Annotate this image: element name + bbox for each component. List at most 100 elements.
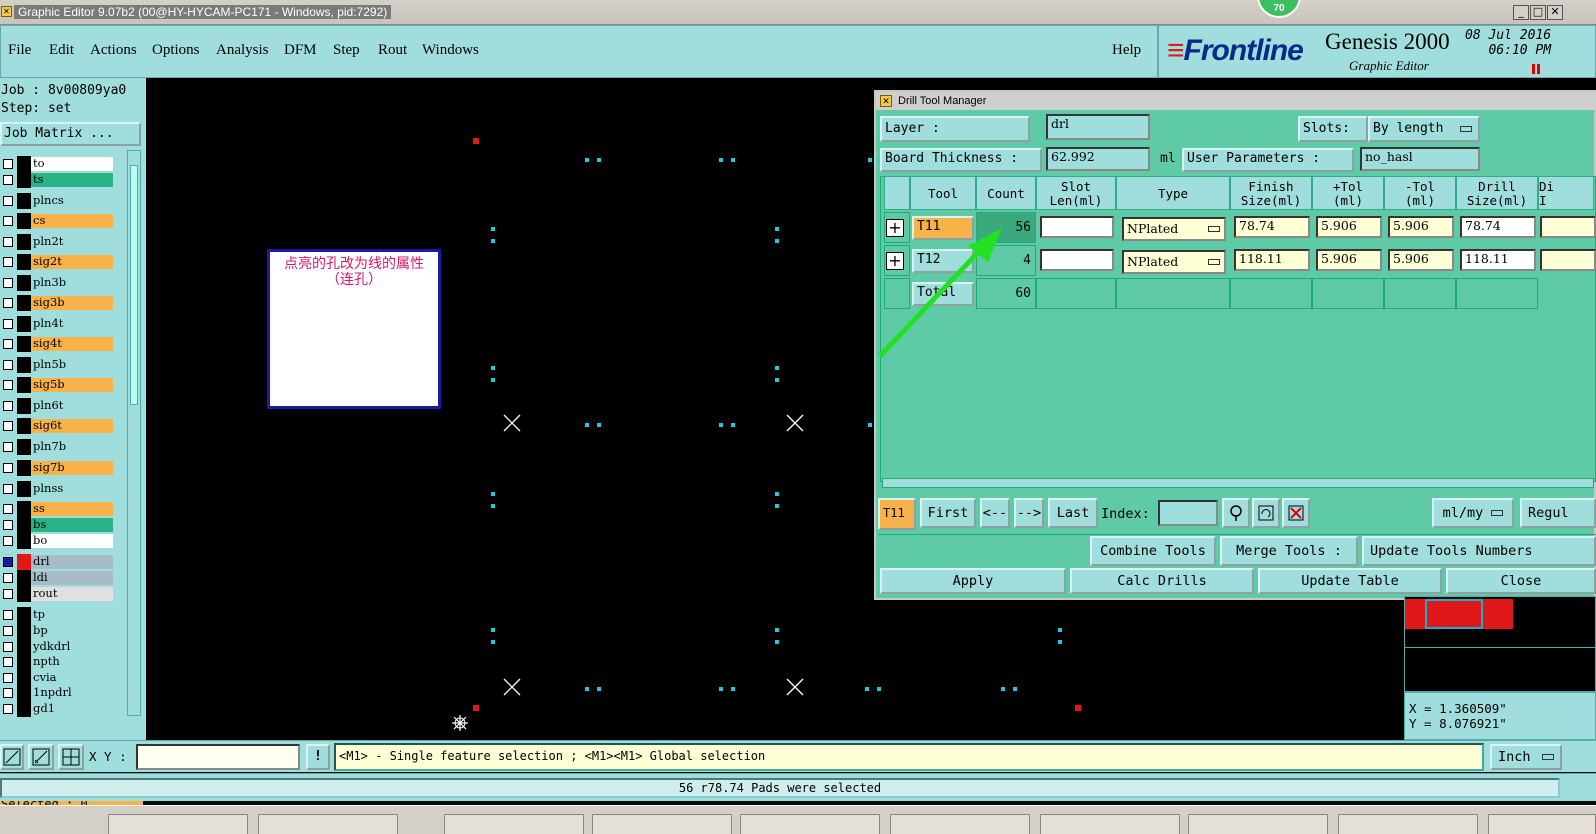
drill-hole[interactable] bbox=[597, 158, 601, 162]
layer-checkbox[interactable] bbox=[3, 688, 13, 698]
drill-hole[interactable] bbox=[491, 492, 495, 496]
select-tool-icon[interactable] bbox=[0, 744, 24, 770]
layer-name[interactable]: pln5b bbox=[31, 358, 113, 372]
layer-checkbox[interactable] bbox=[3, 504, 13, 514]
layer-color-swatch[interactable] bbox=[17, 377, 31, 393]
job-matrix-button[interactable]: Job Matrix ... bbox=[0, 122, 141, 146]
measure-tool-icon[interactable] bbox=[28, 744, 54, 770]
menu-analysis[interactable]: Analysis bbox=[216, 42, 269, 59]
layer-color-swatch[interactable] bbox=[17, 670, 31, 686]
drill-hole[interactable] bbox=[491, 628, 495, 632]
warning-icon[interactable]: ! bbox=[306, 744, 330, 770]
drill-hole[interactable] bbox=[868, 423, 872, 427]
menu-help[interactable]: Help bbox=[1112, 42, 1141, 59]
layer-name[interactable]: bs bbox=[31, 518, 113, 532]
drill-hole[interactable] bbox=[775, 640, 779, 644]
layer-color-swatch[interactable] bbox=[17, 517, 31, 533]
layer-row-to[interactable]: to bbox=[0, 156, 116, 172]
layer-checkbox[interactable] bbox=[3, 463, 13, 473]
menu-step[interactable]: Step bbox=[333, 42, 360, 59]
drill-hole[interactable] bbox=[491, 227, 495, 231]
first-button[interactable]: First bbox=[920, 498, 976, 528]
index-input[interactable] bbox=[1158, 500, 1218, 526]
drill-hole[interactable] bbox=[775, 239, 779, 243]
layer-checkbox[interactable] bbox=[3, 360, 13, 370]
layer-row-sig3b[interactable]: sig3b bbox=[0, 295, 116, 311]
layer-checkbox[interactable] bbox=[3, 175, 13, 185]
prev-button[interactable]: <-- bbox=[980, 498, 1010, 528]
layer-row-sig6t[interactable]: sig6t bbox=[0, 418, 116, 434]
layer-row-plncs[interactable]: plncs bbox=[0, 193, 116, 209]
layer-color-swatch[interactable] bbox=[17, 481, 31, 497]
drill-hole[interactable] bbox=[719, 423, 723, 427]
target-cross-mark[interactable] bbox=[503, 414, 521, 432]
drill-hole[interactable] bbox=[1058, 640, 1062, 644]
menu-rout[interactable]: Rout bbox=[378, 42, 407, 59]
menu-edit[interactable]: Edit bbox=[49, 42, 74, 59]
layer-row-ldi[interactable]: ldi bbox=[0, 570, 116, 586]
layer-name[interactable]: sig3b bbox=[31, 296, 113, 310]
layer-color-swatch[interactable] bbox=[17, 275, 31, 291]
layer-input[interactable]: drl bbox=[1046, 114, 1150, 140]
layer-row-bp[interactable]: bp bbox=[0, 623, 116, 639]
drill-hole[interactable] bbox=[585, 158, 589, 162]
next-button[interactable]: --> bbox=[1014, 498, 1044, 528]
layer-row-drl[interactable]: drl bbox=[0, 554, 116, 570]
layer-checkbox[interactable] bbox=[3, 573, 13, 583]
layer-name[interactable]: bp bbox=[31, 624, 113, 638]
target-cross-mark[interactable] bbox=[786, 678, 804, 696]
grid-tool-icon[interactable] bbox=[58, 744, 84, 770]
layer-name[interactable]: npth bbox=[31, 655, 113, 669]
layer-checkbox[interactable] bbox=[3, 159, 13, 169]
layer-checkbox[interactable] bbox=[3, 484, 13, 494]
merge-tools-button[interactable]: Merge Tools : bbox=[1220, 536, 1358, 566]
layer-color-swatch[interactable] bbox=[17, 460, 31, 476]
drill-hole[interactable] bbox=[731, 158, 735, 162]
layer-name[interactable]: pln3b bbox=[31, 276, 113, 290]
layer-color-swatch[interactable] bbox=[17, 234, 31, 250]
plus-tol-input[interactable]: 5.906 bbox=[1316, 249, 1382, 271]
drill-hole[interactable] bbox=[731, 687, 735, 691]
layer-color-swatch[interactable] bbox=[17, 701, 31, 717]
layer-name[interactable]: ldi bbox=[31, 571, 113, 585]
combine-tools-button[interactable]: Combine Tools bbox=[1090, 536, 1216, 566]
layer-checkbox[interactable] bbox=[3, 520, 13, 530]
overview-panel[interactable] bbox=[1404, 596, 1596, 692]
maximize-button[interactable]: □ bbox=[1530, 5, 1546, 20]
slot-len-input[interactable] bbox=[1040, 249, 1114, 271]
layer-color-swatch[interactable] bbox=[17, 654, 31, 670]
drill-hole[interactable] bbox=[865, 687, 869, 691]
layer-color-swatch[interactable] bbox=[17, 357, 31, 373]
layer-row-sig4t[interactable]: sig4t bbox=[0, 336, 116, 352]
unit-dropdown[interactable]: ml/my bbox=[1432, 498, 1514, 528]
layer-color-swatch[interactable] bbox=[17, 639, 31, 655]
layer-checkbox[interactable] bbox=[3, 557, 13, 567]
taskbar-item[interactable] bbox=[1188, 814, 1328, 834]
layer-name[interactable]: sig7b bbox=[31, 461, 113, 475]
drill-hole[interactable] bbox=[719, 158, 723, 162]
layer-name[interactable]: tp bbox=[31, 608, 113, 622]
layer-checkbox[interactable] bbox=[3, 216, 13, 226]
layer-row-pln7b[interactable]: pln7b bbox=[0, 439, 116, 455]
layer-color-swatch[interactable] bbox=[17, 156, 31, 172]
layer-row-pln4t[interactable]: pln4t bbox=[0, 316, 116, 332]
layer-checkbox[interactable] bbox=[3, 401, 13, 411]
layer-color-swatch[interactable] bbox=[17, 193, 31, 209]
layer-row-sig5b[interactable]: sig5b bbox=[0, 377, 116, 393]
regul-button[interactable]: Regul bbox=[1520, 498, 1596, 528]
layer-color-swatch[interactable] bbox=[17, 554, 31, 570]
search-icon[interactable] bbox=[1222, 498, 1250, 528]
fiducial-marker[interactable] bbox=[1075, 705, 1081, 711]
drill-hole[interactable] bbox=[491, 239, 495, 243]
layer-color-swatch[interactable] bbox=[17, 295, 31, 311]
menu-options[interactable]: Options bbox=[152, 42, 200, 59]
drill-hole[interactable] bbox=[491, 504, 495, 508]
layer-checkbox[interactable] bbox=[3, 589, 13, 599]
layer-checkbox[interactable] bbox=[3, 319, 13, 329]
finish-size-input[interactable]: 118.11 bbox=[1234, 249, 1310, 271]
layer-name[interactable]: pln4t bbox=[31, 317, 113, 331]
layer-checkbox[interactable] bbox=[3, 657, 13, 667]
layer-color-swatch[interactable] bbox=[17, 586, 31, 602]
drill-hole[interactable] bbox=[597, 423, 601, 427]
layer-color-swatch[interactable] bbox=[17, 418, 31, 434]
